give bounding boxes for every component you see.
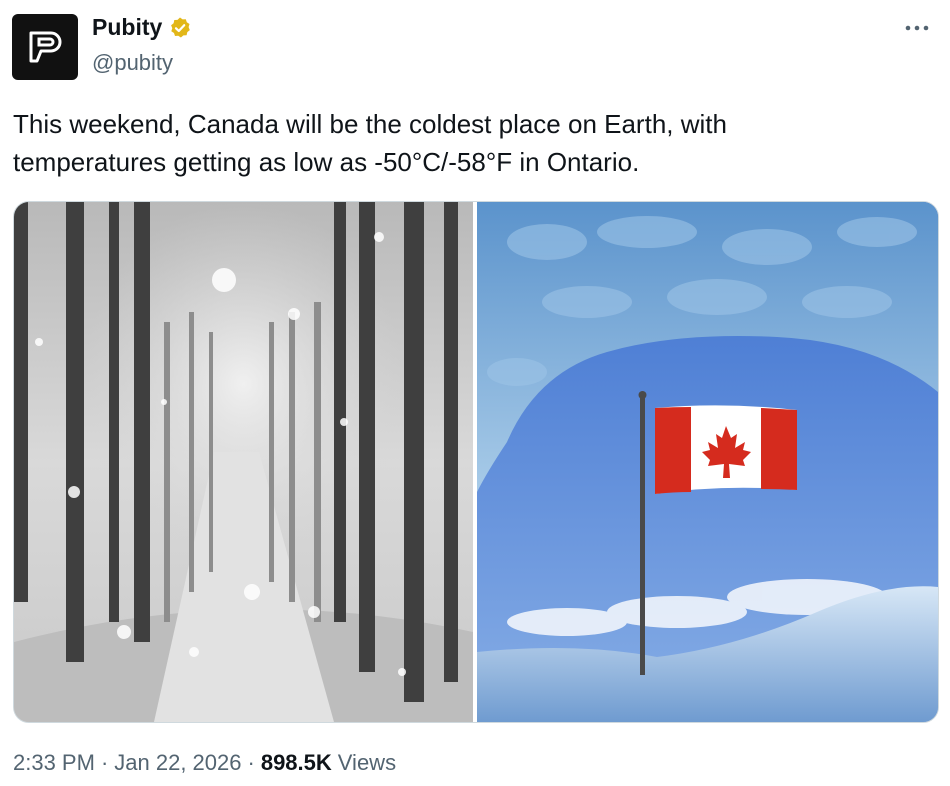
tweet-text-line-2: temperatures getting as low as -50°C/-58…	[13, 147, 640, 177]
meta-separator: ·	[100, 750, 109, 775]
views-label: Views	[337, 750, 397, 775]
author-handle[interactable]: @pubity	[92, 50, 173, 76]
meta-separator: ·	[247, 750, 255, 775]
avatar[interactable]	[12, 14, 78, 80]
media-grid	[13, 201, 939, 723]
tweet-date[interactable]: Jan 22, 2026	[114, 750, 241, 776]
snowy-forest-path-photo[interactable]	[14, 202, 473, 722]
tweet-text-line-1: This weekend, Canada will be the coldest…	[13, 109, 727, 139]
tweet-time[interactable]: 2:33 PM	[13, 750, 95, 776]
tweet-meta: 2:33 PM · Jan 22, 2026 · 898.5K Views	[13, 750, 396, 776]
canada-flag-ice-cave-photo[interactable]	[477, 202, 938, 722]
verified-gold-badge-icon[interactable]	[168, 16, 192, 40]
author-name-row: Pubity	[92, 14, 192, 41]
author-display-name[interactable]: Pubity	[92, 14, 162, 41]
more-options-icon[interactable]	[902, 16, 932, 40]
tweet-text: This weekend, Canada will be the coldest…	[13, 105, 913, 181]
pubity-logo-icon	[29, 31, 62, 63]
views-count[interactable]: 898.5K	[261, 750, 332, 776]
